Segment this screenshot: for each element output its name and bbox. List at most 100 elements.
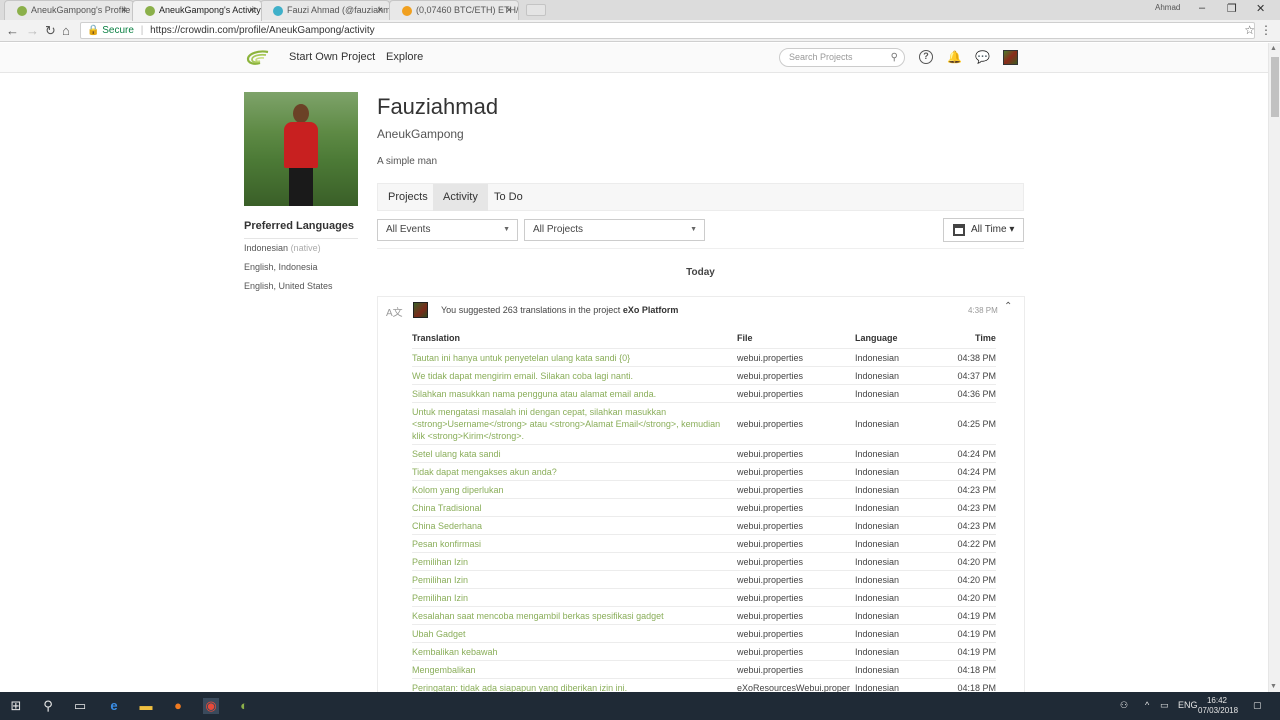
- table-row: Pemilihan Izin webui.properties Indonesian…: [412, 570, 996, 588]
- lock-icon: 🔒: [87, 25, 100, 36]
- row-time: 04:23 PM: [957, 503, 996, 513]
- search-input[interactable]: Search Projects ⚲: [779, 48, 905, 67]
- chrome-icon[interactable]: ◉: [203, 698, 219, 714]
- reload-icon[interactable]: ↻: [45, 23, 56, 39]
- file-explorer-icon[interactable]: ▬: [138, 698, 154, 714]
- keyboard-language[interactable]: ENG: [1178, 700, 1198, 710]
- new-tab-button[interactable]: [526, 4, 546, 16]
- language-name: Indonesian: [855, 611, 900, 621]
- translation-link[interactable]: We tidak dapat mengirim email. Silakan c…: [412, 370, 730, 382]
- help-icon[interactable]: ?: [919, 50, 933, 64]
- preferred-languages-divider: [244, 238, 358, 239]
- scroll-down-icon[interactable]: ▼: [1270, 683, 1277, 690]
- chevron-down-icon: ▼: [503, 226, 510, 233]
- file-name: webui.properties: [737, 485, 804, 495]
- tray-chevron-icon[interactable]: ^: [1145, 700, 1149, 710]
- translation-link[interactable]: Tautan ini hanya untuk penyetelan ulang …: [412, 352, 730, 364]
- task-view-icon[interactable]: ▭: [72, 698, 88, 714]
- events-filter-select[interactable]: All Events ▼: [377, 219, 518, 241]
- tab-projects[interactable]: Projects: [378, 184, 438, 211]
- tab-close-icon[interactable]: ×: [377, 1, 383, 20]
- search-icon[interactable]: ⚲: [40, 698, 56, 714]
- bell-icon[interactable]: 🔔: [947, 50, 962, 64]
- translation-link[interactable]: Setel ulang kata sandi: [412, 448, 730, 460]
- language-name: Indonesian: [855, 467, 900, 477]
- language-item: English, Indonesia: [244, 262, 318, 272]
- browser-tab-activity[interactable]: AneukGampong's Activity ×: [132, 0, 262, 21]
- chevron-up-icon[interactable]: ⌃: [1004, 301, 1012, 312]
- crowdin-favicon-icon: [17, 6, 27, 16]
- translation-link[interactable]: Pemilihan Izin: [412, 592, 730, 604]
- tab-activity[interactable]: Activity: [433, 184, 488, 211]
- scroll-thumb[interactable]: [1271, 57, 1279, 117]
- file-name: webui.properties: [737, 593, 804, 603]
- crowdin-logo-icon[interactable]: [246, 50, 270, 66]
- language-name: Indonesian: [855, 449, 900, 459]
- file-name: webui.properties: [737, 611, 804, 621]
- crowdin-app-icon[interactable]: ◐: [236, 698, 252, 714]
- messages-icon[interactable]: 💬: [975, 50, 990, 64]
- table-row: China Sederhana webui.properties Indonesia…: [412, 516, 996, 534]
- start-own-project-link[interactable]: Start Own Project: [289, 51, 375, 63]
- browser-menu-icon[interactable]: ⋮: [1260, 23, 1272, 37]
- translation-link[interactable]: Kesalahan saat mencoba mengambil berkas …: [412, 610, 730, 622]
- close-window-button[interactable]: ✕: [1256, 2, 1265, 15]
- notifications-icon[interactable]: ▢: [1253, 700, 1262, 711]
- translation-link[interactable]: Pemilihan Izin: [412, 574, 730, 586]
- translation-link[interactable]: Kembalikan kebawah: [412, 646, 730, 658]
- network-icon[interactable]: ▭: [1160, 700, 1169, 711]
- project-link[interactable]: eXo Platform: [623, 305, 679, 315]
- bookmark-star-icon[interactable]: ☆: [1244, 23, 1255, 37]
- browser-tab-exchange[interactable]: (0,07460 BTC/ETH) ETH/BTC ×: [389, 0, 519, 20]
- browser-tab-profile[interactable]: AneukGampong's Profile ×: [4, 0, 134, 20]
- scroll-up-icon[interactable]: ▲: [1270, 45, 1277, 52]
- translation-link[interactable]: Tidak dapat mengakses akun anda?: [412, 466, 730, 478]
- translation-link[interactable]: Silahkan masukkan nama pengguna atau ala…: [412, 388, 730, 400]
- translation-link[interactable]: Untuk mengatasi masalah ini dengan cepat…: [412, 406, 730, 442]
- url-text: https://crowdin.com/profile/AneukGampong…: [150, 25, 375, 36]
- address-bar[interactable]: 🔒 Secure | https://crowdin.com/profile/A…: [80, 22, 1255, 39]
- people-icon[interactable]: ⚇: [1120, 700, 1128, 711]
- row-time: 04:38 PM: [957, 353, 996, 363]
- time-filter-button[interactable]: All Time ▾: [943, 218, 1024, 242]
- row-time: 04:24 PM: [957, 467, 996, 477]
- tab-close-icon[interactable]: ×: [249, 1, 255, 20]
- tab-close-icon[interactable]: ×: [506, 1, 512, 20]
- row-time: 04:24 PM: [957, 449, 996, 459]
- forward-arrow-icon[interactable]: →: [26, 23, 39, 39]
- windows-start-icon[interactable]: ⊞: [8, 698, 24, 714]
- restore-button[interactable]: ❐: [1227, 2, 1237, 15]
- language-name: Indonesian: [855, 629, 900, 639]
- language-name: Indonesian: [855, 557, 900, 567]
- translation-link[interactable]: China Tradisional: [412, 502, 730, 514]
- row-time: 04:36 PM: [957, 389, 996, 399]
- table-row: China Tradisional webui.properties Indones…: [412, 498, 996, 516]
- translation-link[interactable]: China Sederhana: [412, 520, 730, 532]
- window-user[interactable]: Ahmad: [1155, 3, 1180, 12]
- photo-person-legs: [289, 168, 313, 206]
- edge-icon[interactable]: e: [106, 698, 122, 714]
- file-name: webui.properties: [737, 539, 804, 549]
- translation-link[interactable]: Pemilihan Izin: [412, 556, 730, 568]
- translation-link[interactable]: Mengembalikan: [412, 664, 730, 676]
- tab-todo[interactable]: To Do: [484, 184, 533, 211]
- tab-close-icon[interactable]: ×: [121, 1, 127, 20]
- page-scrollbar[interactable]: ▲ ▼: [1268, 43, 1280, 692]
- user-avatar[interactable]: [413, 302, 428, 318]
- translation-link[interactable]: Kolom yang diperlukan: [412, 484, 730, 496]
- tab-label: AneukGampong's Activity: [159, 5, 261, 15]
- minimize-button[interactable]: –: [1199, 2, 1205, 14]
- search-icon[interactable]: ⚲: [891, 49, 898, 66]
- projects-filter-select[interactable]: All Projects ▼: [524, 219, 705, 241]
- firefox-icon[interactable]: ●: [170, 698, 186, 714]
- row-time: 04:20 PM: [957, 557, 996, 567]
- taskbar-clock[interactable]: 16:42 07/03/2018: [1198, 696, 1238, 716]
- explore-link[interactable]: Explore: [386, 51, 423, 63]
- translation-link[interactable]: Ubah Gadget: [412, 628, 730, 640]
- user-avatar-menu[interactable]: [1003, 50, 1018, 65]
- translation-link[interactable]: Pesan konfirmasi: [412, 538, 730, 550]
- browser-tab-twitter[interactable]: Fauzi Ahmad (@fauziahmad) ×: [260, 0, 390, 20]
- home-icon[interactable]: ⌂: [62, 23, 70, 39]
- back-arrow-icon[interactable]: ←: [6, 23, 19, 39]
- table-row: Kembalikan kebawah webui.properties Indone…: [412, 642, 996, 660]
